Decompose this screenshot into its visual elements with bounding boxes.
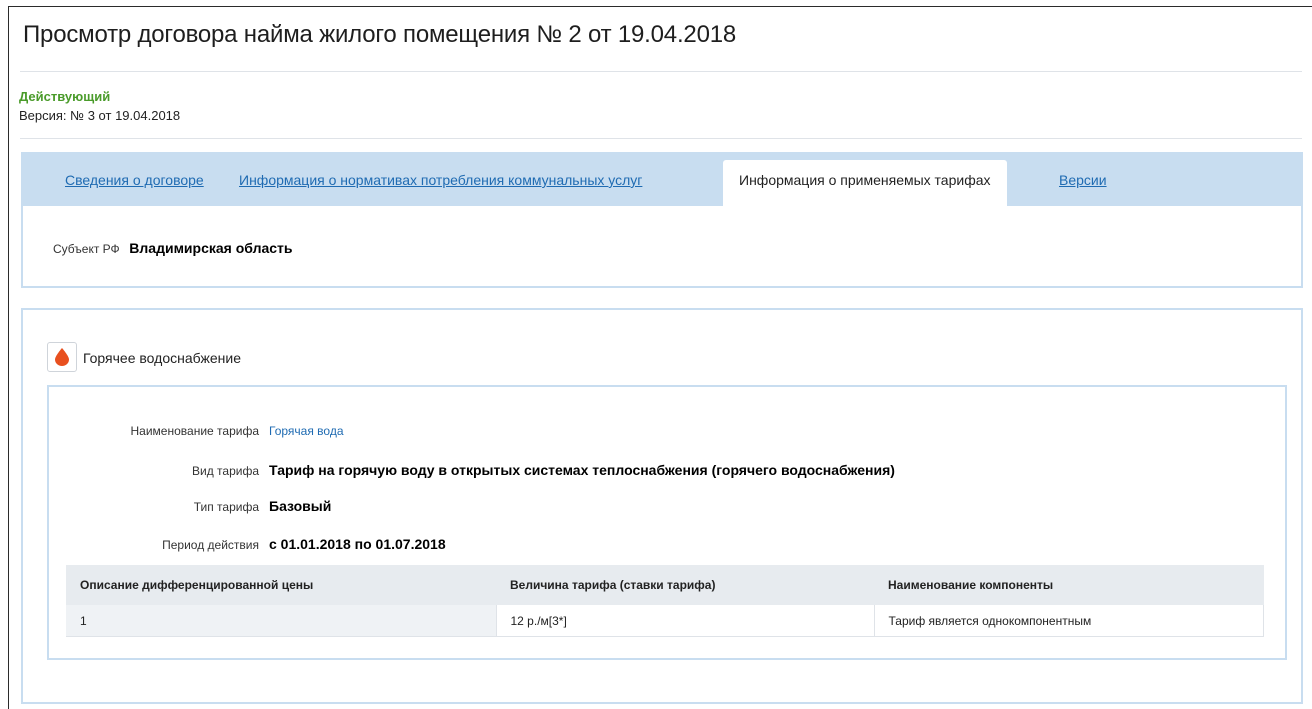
tariff-name-link[interactable]: Горячая вода: [269, 424, 344, 438]
page-title: Просмотр договора найма жилого помещения…: [23, 21, 737, 48]
service-panel: Горячее водоснабжение Наименование тариф…: [21, 308, 1303, 704]
tariff-type-value: Базовый: [269, 498, 332, 514]
table-cell: 12 р./м[3*]: [495, 605, 874, 637]
tariff-name-label: Наименование тарифа: [130, 424, 259, 438]
tariff-name-row: Наименование тарифа Горячая вода: [49, 422, 344, 440]
tab-applied-tariffs[interactable]: Информация о применяемых тарифах: [723, 160, 1007, 206]
column-header: Величина тарифа (ставки тарифа): [496, 565, 874, 605]
tariff-details: Наименование тарифа Горячая вода Вид тари…: [47, 385, 1287, 660]
tariff-kind-row: Вид тарифа Тариф на горячую воду в открыт…: [49, 462, 895, 480]
tariff-kind-label: Вид тарифа: [191, 464, 259, 478]
period-label: Период действия: [162, 538, 259, 552]
subject-label: Субъект РФ: [53, 242, 120, 256]
tabs-panel: Сведения о договоре Информация о нормати…: [21, 152, 1303, 288]
subject-value: Владимирская область: [129, 240, 293, 256]
page-frame: Просмотр договора найма жилого помещения…: [8, 6, 1312, 709]
table-row: 1 12 р./м[3*] Тариф является однокомпоне…: [66, 605, 1264, 637]
tab-consumption-norms[interactable]: Информация о нормативах потребления комм…: [239, 154, 642, 206]
column-header: Описание дифференцированной цены: [66, 565, 496, 605]
service-title: Горячее водоснабжение: [83, 350, 241, 366]
table-header-row: Описание дифференцированной цены Величин…: [66, 565, 1264, 605]
subject-row: Субъект РФ Владимирская область: [53, 240, 293, 256]
table-cell: 1: [66, 605, 496, 637]
tab-versions[interactable]: Версии: [1059, 154, 1107, 206]
tab-bar: Сведения о договоре Информация о нормати…: [23, 154, 1301, 206]
tariff-type-label: Тип тарифа: [193, 500, 259, 514]
tariff-table: Описание дифференцированной цены Величин…: [66, 565, 1264, 637]
tab-contract-info[interactable]: Сведения о договоре: [65, 154, 204, 206]
column-header: Наименование компоненты: [874, 565, 1264, 605]
divider: [20, 71, 1302, 72]
service-toggle-button[interactable]: [47, 342, 77, 372]
status-badge: Действующий: [19, 89, 111, 104]
version-info: Версия: № 3 от 19.04.2018: [19, 108, 181, 123]
divider: [20, 138, 1302, 139]
period-value: с 01.01.2018 по 01.07.2018: [269, 536, 446, 552]
period-row: Период действия с 01.01.2018 по 01.07.201…: [49, 536, 446, 554]
tariff-type-row: Тип тарифа Базовый: [49, 498, 332, 516]
tariff-kind-value: Тариф на горячую воду в открытых система…: [269, 462, 895, 478]
water-drop-icon: [55, 348, 69, 366]
table-cell: Тариф является однокомпонентным: [873, 605, 1264, 637]
